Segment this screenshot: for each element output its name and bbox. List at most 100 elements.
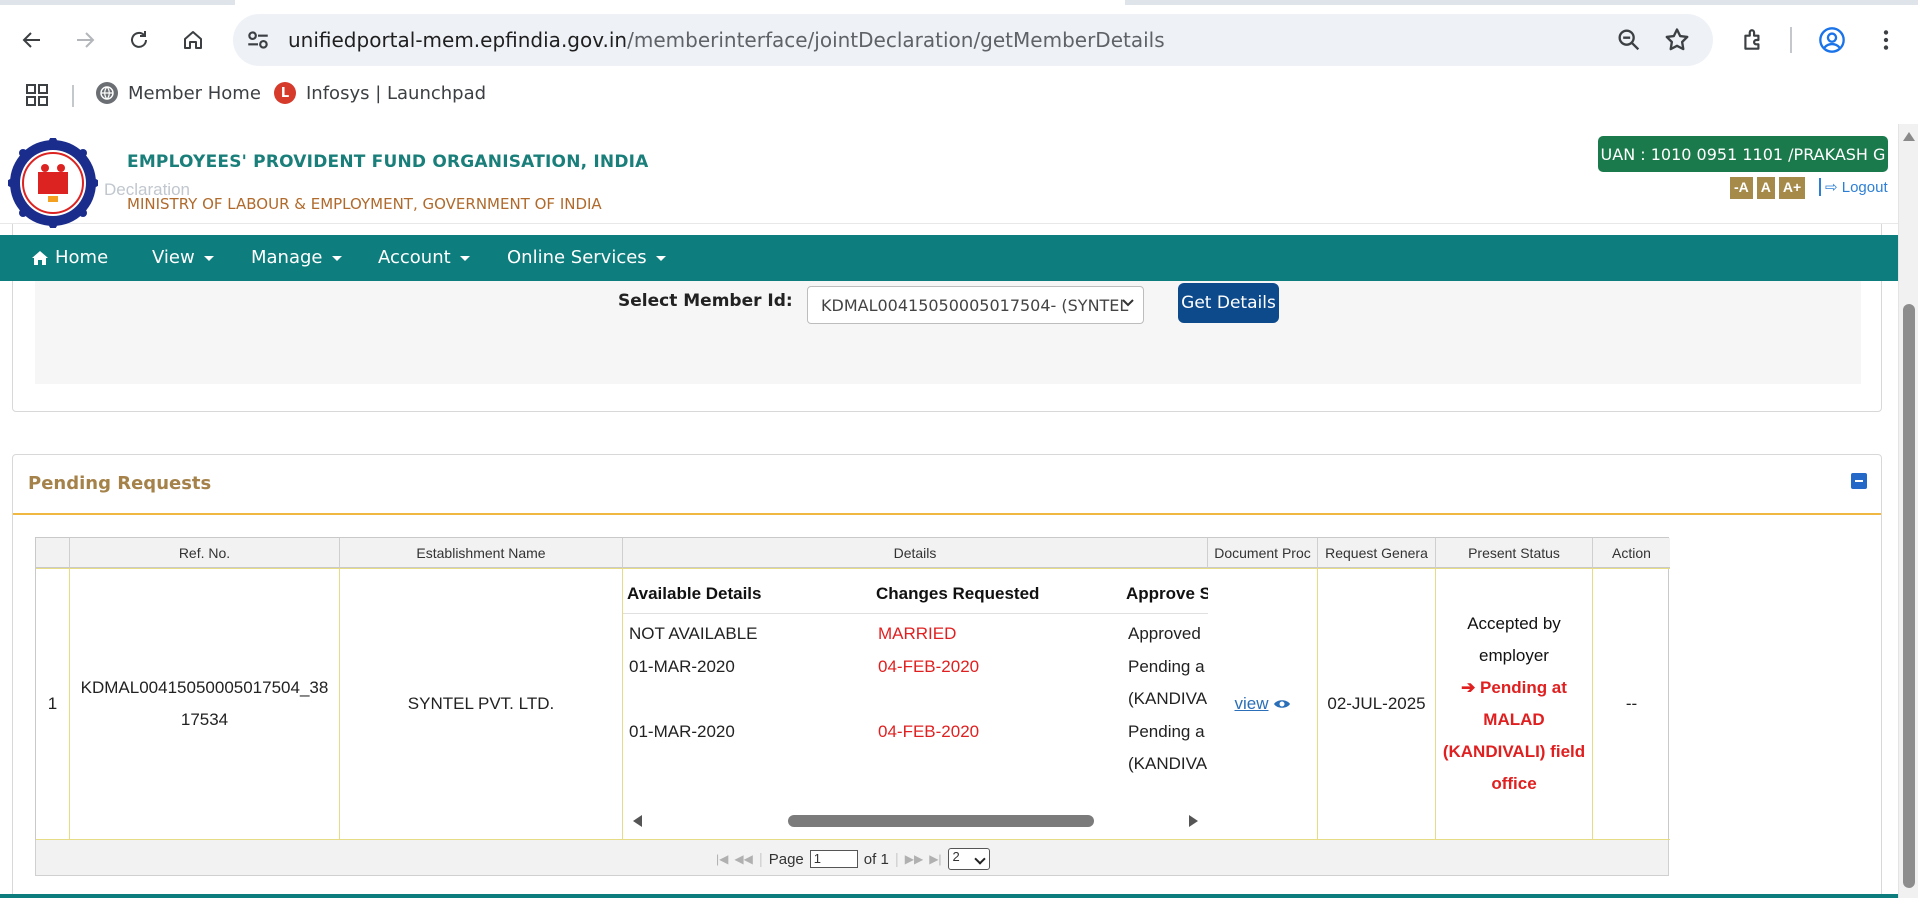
detail-available: 01-MAR-2020 (629, 722, 735, 741)
status-cell: Accepted by employer ➔ Pending at MALAD … (1436, 568, 1593, 840)
home-button[interactable] (175, 22, 211, 58)
details-header-available: Available Details (627, 584, 762, 603)
scrollbar-thumb[interactable] (1903, 304, 1915, 888)
site-settings-icon[interactable] (245, 27, 271, 53)
chevron-down-icon (1122, 299, 1134, 307)
detail-approve: Pending a (1128, 657, 1205, 676)
nav-manage-label: Manage (251, 247, 323, 268)
apps-grid-icon[interactable] (26, 84, 48, 106)
profile-button[interactable] (1814, 22, 1850, 58)
scroll-left-arrow-icon[interactable] (633, 815, 642, 827)
nav-manage[interactable]: Manage (251, 247, 342, 268)
reload-button[interactable] (121, 22, 157, 58)
ministry-name: MINISTRY OF LABOUR & EMPLOYMENT, GOVERNM… (127, 195, 602, 213)
pager-separator: | (894, 850, 899, 868)
font-size-controls: -A A A+ (1730, 177, 1806, 199)
collapse-icon[interactable] (1851, 473, 1867, 489)
detail-available: 01-MAR-2020 (629, 657, 735, 676)
back-arrow-icon (22, 32, 40, 48)
select-member-label: Select Member Id: (618, 291, 793, 311)
extensions-button[interactable] (1735, 22, 1771, 58)
nav-online-services[interactable]: Online Services (507, 247, 666, 268)
font-normal-button[interactable]: A (1756, 177, 1775, 199)
bookmark-star-icon[interactable] (1663, 26, 1691, 54)
details-header-approve: Approve S (1126, 584, 1208, 603)
url-text[interactable]: unifiedportal-mem.epfindia.gov.in/member… (288, 28, 1165, 52)
forward-button[interactable] (67, 22, 103, 58)
detail-changed: 04-FEB-2020 (878, 722, 980, 741)
details-cell: Available Details Changes Requested Appr… (623, 568, 1208, 840)
scroll-up-arrow-icon[interactable] (1903, 132, 1915, 141)
get-details-button[interactable]: Get Details (1178, 283, 1279, 323)
nav-home[interactable]: Home (31, 247, 108, 268)
pending-requests-header: Pending Requests (13, 455, 1881, 515)
detail-approve-office: (KANDIVA (1128, 689, 1208, 708)
col-header-status[interactable]: Present Status (1436, 538, 1593, 568)
account-circle-icon (1819, 27, 1845, 53)
ref-no-cell: KDMAL00415050005017504_3817534 (70, 568, 340, 840)
nav-account-label: Account (378, 247, 451, 268)
forward-arrow-icon (77, 32, 95, 48)
font-decrease-button[interactable]: -A (1730, 177, 1753, 199)
detail-available: NOT AVAILABLE (629, 624, 758, 643)
detail-approve: Pending a (1128, 722, 1205, 741)
details-horizontal-scrollbar[interactable] (623, 810, 1208, 832)
scrollbar-thumb[interactable] (788, 815, 1094, 827)
next-page-icon[interactable]: ▶▶ (905, 852, 923, 866)
nav-online-services-label: Online Services (507, 247, 647, 268)
nav-account[interactable]: Account (378, 247, 470, 268)
bookmark-label: Member Home (128, 82, 261, 104)
col-header-request-date[interactable]: Request Genera (1318, 538, 1436, 568)
menu-button[interactable] (1868, 22, 1904, 58)
logout-icon: ⇨ (1825, 179, 1838, 196)
home-icon (184, 31, 202, 49)
page-label: Page (768, 850, 804, 868)
home-icon (32, 250, 48, 265)
last-page-icon[interactable]: ▶| (929, 852, 941, 866)
nav-view[interactable]: View (152, 247, 214, 268)
detail-approve: Approved (1128, 624, 1201, 643)
zoom-icon[interactable] (1615, 26, 1643, 54)
scroll-right-arrow-icon[interactable] (1189, 815, 1198, 827)
view-document-link[interactable]: view (1234, 694, 1290, 714)
nav-view-label: View (152, 247, 195, 268)
address-bar[interactable]: unifiedportal-mem.epfindia.gov.in/member… (233, 14, 1713, 66)
rows-per-page-select[interactable]: 2 (947, 848, 990, 870)
col-header-ref-no[interactable]: Ref. No. (70, 538, 340, 568)
footer-line (0, 894, 1898, 898)
view-link-label: view (1234, 694, 1269, 713)
browser-chrome: unifiedportal-mem.epfindia.gov.in/member… (0, 0, 1918, 124)
member-id-select-value: KDMAL00415050005017504- (SYNTEL (821, 296, 1129, 315)
arrow-right-icon: ➔ (1461, 678, 1481, 697)
font-increase-button[interactable]: A+ (1778, 177, 1806, 199)
epfo-logo (8, 138, 98, 228)
col-header-establishment[interactable]: Establishment Name (340, 538, 623, 568)
col-header-action[interactable]: Action (1593, 538, 1670, 568)
page-vertical-scrollbar[interactable] (1898, 124, 1918, 898)
bookmarks-bar: Member Home L Infosys | Launchpad (0, 80, 1918, 110)
col-header-details[interactable]: Details (623, 538, 1208, 568)
launchpad-icon: L (274, 82, 296, 104)
logout-link[interactable]: ⇨ Logout (1819, 178, 1888, 196)
document-cell: view (1208, 568, 1318, 840)
table-pager: |◀ ◀◀ | Page 1 of 1 | ▶▶ ▶| 2 (35, 840, 1669, 876)
member-id-select[interactable]: KDMAL00415050005017504- (SYNTEL (807, 286, 1144, 324)
bookmark-member-home[interactable]: Member Home (96, 82, 261, 104)
pager-separator: | (758, 850, 763, 868)
bookmark-infosys-launchpad[interactable]: L Infosys | Launchpad (274, 82, 486, 104)
puzzle-icon (1744, 29, 1760, 50)
establishment-cell: SYNTEL PVT. LTD. (340, 568, 623, 840)
prev-page-icon[interactable]: ◀◀ (734, 852, 752, 866)
page-number-input[interactable]: 1 (809, 850, 858, 868)
reload-icon (131, 31, 147, 48)
caret-down-icon (331, 256, 342, 261)
request-date-cell: 02-JUL-2025 (1318, 568, 1436, 840)
nav-home-label: Home (55, 247, 109, 268)
first-page-icon[interactable]: |◀ (716, 852, 728, 866)
back-button[interactable] (14, 22, 50, 58)
col-header-document[interactable]: Document Proc (1208, 538, 1318, 568)
eye-icon (1273, 700, 1290, 708)
kebab-menu-icon (1883, 30, 1889, 50)
page-total: of 1 (863, 850, 889, 868)
detail-approve-office: (KANDIVA (1128, 754, 1208, 773)
